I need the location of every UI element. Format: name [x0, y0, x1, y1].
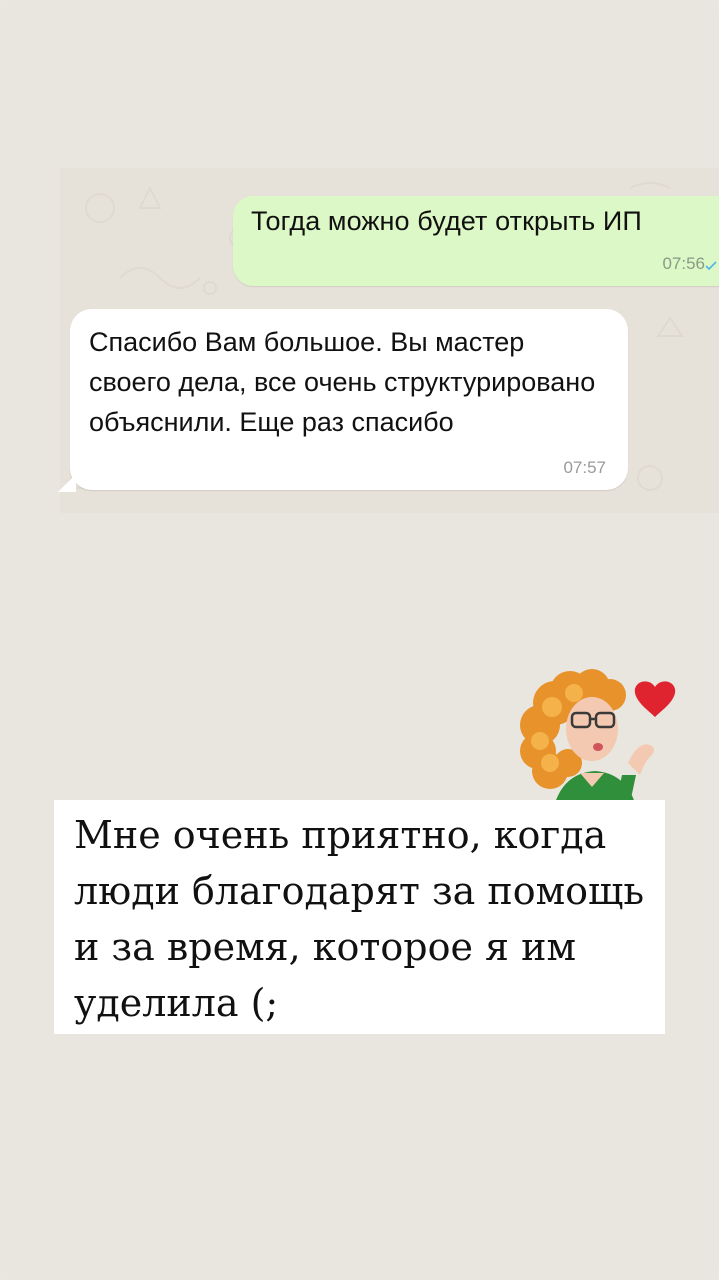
outgoing-message-text: Тогда можно будет открыть ИП	[251, 206, 642, 236]
story-caption-box: Мне очень приятно, когда люди благодарят…	[54, 800, 665, 1034]
incoming-message-bubble[interactable]: Спасибо Вам большое. Вы мастер своего де…	[58, 309, 628, 492]
story-caption-text: Мне очень приятно, когда люди благодарят…	[74, 813, 645, 1025]
bubble-tail	[58, 474, 76, 492]
incoming-message-text: Спасибо Вам большое. Вы мастер своего де…	[89, 327, 596, 437]
avatar-heart-sticker-icon[interactable]	[510, 663, 680, 803]
delivered-check-icon	[705, 261, 717, 271]
outgoing-message-bubble[interactable]: Тогда можно будет открыть ИП 07:56	[233, 196, 719, 286]
incoming-message-time: 07:57	[563, 458, 606, 477]
outgoing-message-time: 07:56	[662, 254, 705, 273]
story-frame: Тогда можно будет открыть ИП 07:56 Спаси…	[0, 0, 719, 1280]
